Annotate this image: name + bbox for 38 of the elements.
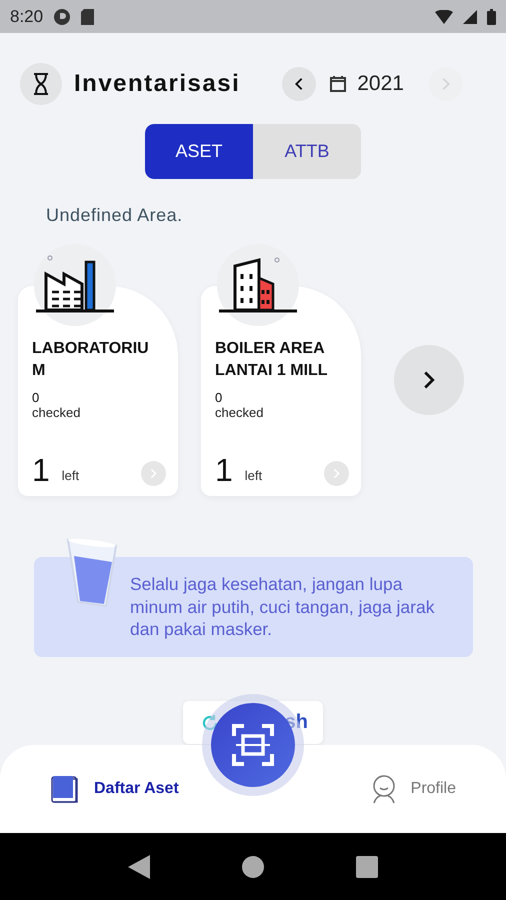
- year-label: 2021: [357, 72, 405, 96]
- left-label: left: [62, 468, 80, 483]
- checked-count: 0: [215, 390, 224, 405]
- nav-item[interactable]: Daftar Aset: [50, 774, 179, 804]
- checked-count: 0: [32, 390, 40, 405]
- battery-icon: [487, 8, 496, 24]
- app-notification-icon: [53, 8, 72, 26]
- hourglass-icon: [20, 63, 62, 105]
- status-time: 8:20: [10, 6, 44, 26]
- scan-icon: [232, 724, 274, 766]
- area-card[interactable]: BOILER AREA LANTAI 1 MILL 0 checked 1 left: [201, 286, 361, 496]
- recents-icon[interactable]: [356, 856, 378, 878]
- previous-year-button[interactable]: [282, 67, 316, 101]
- area-title: Undefined Area.: [46, 205, 184, 226]
- health-tip-banner: Selalu jaga kesehatan, jangan lupa minum air putih, cuci tangan, jaga jarak dan pakai masker.: [34, 557, 473, 657]
- water-glass-icon: [64, 536, 120, 608]
- chevron-right-icon: [148, 468, 159, 479]
- back-icon[interactable]: [128, 854, 150, 878]
- home-icon[interactable]: [242, 856, 264, 878]
- left-label: left: [244, 468, 262, 483]
- profile-icon: [370, 774, 397, 804]
- area-name: BOILER AREA LANTAI 1 MILL: [215, 339, 329, 381]
- refresh-icon: [201, 714, 219, 732]
- left-count: 1: [215, 454, 233, 486]
- tab[interactable]: ASET: [145, 124, 253, 179]
- checked-label: checked: [32, 405, 82, 420]
- signal-icon: [463, 10, 477, 24]
- left-count: 1: [32, 454, 50, 486]
- area-name: LABORATORIU M: [32, 339, 150, 381]
- calendar-icon: [329, 75, 348, 93]
- area-card[interactable]: LABORATORIU M 0 checked 1 left: [18, 286, 178, 496]
- sd-card-icon: [81, 8, 94, 24]
- nav-item[interactable]: Profile: [370, 774, 456, 804]
- book-icon: [50, 774, 80, 804]
- page-title: Inventarisasi: [74, 70, 240, 98]
- chevron-right-icon: [331, 468, 342, 479]
- checked-label: checked: [215, 405, 264, 420]
- wifi-icon: [435, 10, 453, 24]
